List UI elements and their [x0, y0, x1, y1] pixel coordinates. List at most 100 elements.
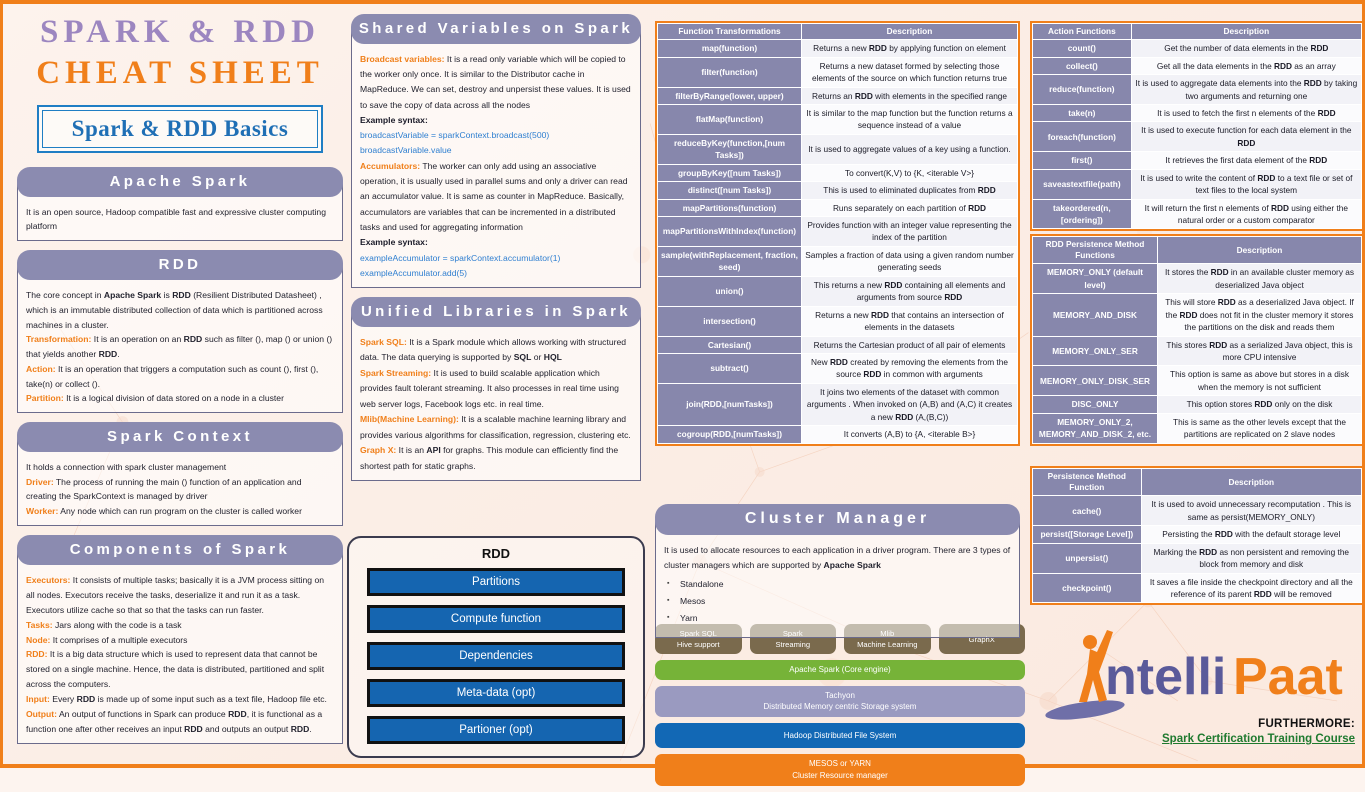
apache-spark-heading: Apache Spark	[17, 167, 343, 197]
persistence-methods-table: Persistence Method Function Description …	[1032, 467, 1363, 604]
transformation-description-cell: Runs separately on each partition of RDD	[801, 198, 1018, 218]
rdd-bar-compute-function: Compute function	[367, 605, 625, 633]
section-components-of-spark: Components of Spark Executors: It consis…	[17, 535, 343, 745]
stack-core-engine-label: Apache Spark (Core engine)	[789, 665, 891, 674]
persistence-methods-col-description: Description	[1140, 467, 1363, 497]
transformations-col-function: Function Transformations	[657, 22, 802, 41]
cluster-manager-list: Standalone Mesos Yarn	[667, 576, 1011, 627]
unified-libraries-body: Spark SQL: It is a Spark module which al…	[351, 311, 641, 482]
persistence-method-function-cell: checkpoint()	[1032, 572, 1142, 604]
table-row: mapPartitions(function) Runs separately o…	[657, 198, 1018, 218]
action-description-cell: It is used to execute function for each …	[1130, 121, 1363, 153]
stack-hdfs: Hadoop Distributed File System	[655, 722, 1025, 749]
stack-tachyon: Tachyon Distributed Memory centric Stora…	[655, 685, 1025, 717]
stack-yarn-l2: Cluster Resource manager	[792, 770, 888, 780]
rdd-bar-partioner: Partioner (opt)	[367, 716, 625, 744]
action-function-cell: collect()	[1032, 56, 1132, 76]
action-function-cell: foreach(function)	[1032, 121, 1132, 153]
stack-tachyon-l2: Distributed Memory centric Storage syste…	[763, 702, 917, 712]
table-row: cogroup(RDD,[numTasks]) It converts (A,B)…	[657, 425, 1018, 444]
furthermore-label: FURTHERMORE:	[1258, 718, 1355, 730]
transformation-function-cell: distinct([num Tasks])	[657, 181, 802, 200]
persistence-levels-col-function: RDD Persistence Method Functions	[1031, 235, 1159, 265]
transformation-function-cell: groupByKey([num Tasks])	[657, 163, 802, 183]
actions-table: Action Functions Description count() Get …	[1032, 22, 1363, 230]
action-function-cell: first()	[1032, 151, 1132, 170]
transformation-description-cell: Provides function with an integer value …	[801, 216, 1018, 247]
transformation-description-cell: Returns a new dataset formed by selectin…	[801, 56, 1018, 88]
stack-core-engine: Apache Spark (Core engine)	[655, 660, 1025, 680]
persistence-level-function-cell: DISC_ONLY	[1031, 395, 1159, 414]
section-cluster-manager: Cluster Manager It is used to allocate r…	[655, 504, 1020, 638]
table-row: foreach(function) It is used to execute f…	[1032, 121, 1363, 153]
action-function-cell: reduce(function)	[1032, 74, 1132, 105]
action-function-cell: saveastextfile(path)	[1032, 168, 1132, 200]
sc-para-1: Driver: The process of running the main …	[26, 476, 302, 502]
table-row: checkpoint() It saves a file inside the c…	[1032, 572, 1363, 604]
persistence-methods-body: cache() It is used to avoid unnecessary r…	[1032, 495, 1363, 604]
action-function-cell: count()	[1032, 39, 1132, 58]
sv-code-4: exampleAccumulator.add(5)	[360, 267, 467, 278]
persistence-level-description-cell: This option is same as above but stores …	[1157, 365, 1362, 397]
transformations-table-wrapper: Function Transformations Description map…	[655, 21, 1020, 446]
rdd-bar-dependencies: Dependencies	[367, 642, 625, 670]
logo-text-part1: ntelli	[1105, 648, 1226, 706]
actions-table-panel: Action Functions Description count() Get …	[1030, 21, 1364, 232]
rdd-bar-meta-data: Meta-data (opt)	[367, 679, 625, 707]
persistence-level-function-cell: MEMORY_ONLY (default level)	[1031, 263, 1159, 295]
rdd-body: The core concept in Apache Spark is RDD …	[17, 264, 343, 414]
sv-example-2: Example syntax:	[360, 237, 428, 248]
persistence-level-description-cell: This option stores RDD only on the disk	[1157, 395, 1362, 414]
shared-variables-body: Broadcast variables: It is a read only v…	[351, 28, 641, 289]
table-row: saveastextfile(path) It is used to write …	[1032, 168, 1363, 200]
cluster-manager-heading: Cluster Manager	[655, 504, 1020, 535]
actions-body: count() Get the number of data elements i…	[1032, 39, 1363, 230]
table-row: first() It retrieves the first data eleme…	[1032, 151, 1363, 170]
cluster-manager-item-yarn: Yarn	[667, 610, 1011, 627]
sv-code-2: broadcastVariable.value	[360, 145, 452, 156]
page-title-line2: CHEAT SHEET	[36, 55, 324, 91]
table-row: map(function) Returns a new RDD by applyi…	[657, 39, 1018, 58]
action-description-cell: It retrieves the first data element of t…	[1130, 151, 1363, 170]
transformation-description-cell: This is used to eliminated duplicates fr…	[801, 181, 1018, 200]
logo-text-part2: Paat	[1233, 648, 1343, 706]
persistence-methods-panel: Persistence Method Function Description …	[1030, 466, 1364, 606]
stack-spark-sql-l2: Hive support	[676, 640, 720, 649]
transformation-description-cell: It joins two elements of the dataset wit…	[801, 382, 1018, 427]
table-row: collect() Get all the data elements in th…	[1032, 56, 1363, 76]
ul-para-3: Graph X: It is an API for graphs. This m…	[360, 445, 619, 471]
stack-spark-streaming-l2: Streaming	[775, 640, 811, 649]
cmp-para-4: Input: Every RDD is made up of some inpu…	[26, 694, 327, 705]
table-row: flatMap(function) It is similar to the ma…	[657, 103, 1018, 135]
transformation-function-cell: cogroup(RDD,[numTasks])	[657, 425, 802, 444]
course-link[interactable]: Spark Certification Training Course	[1162, 733, 1355, 745]
table-row: reduceByKey(function,[num Tasks]) It is u…	[657, 133, 1018, 165]
transformation-description-cell: Samples a fraction of data using a given…	[801, 245, 1018, 277]
left-column: SPARK & RDD CHEAT SHEET Spark & RDD Basi…	[17, 14, 343, 753]
table-row: groupByKey([num Tasks]) To convert(K,V) t…	[657, 163, 1018, 183]
table-row: Cartesian() Returns the Cartesian product…	[657, 335, 1018, 354]
persistence-levels-header-row: RDD Persistence Method Functions Descrip…	[1031, 235, 1362, 265]
footer-branding: ntelli Paat FURTHERMORE: Spark Certifica…	[1043, 622, 1363, 768]
table-row: sample(withReplacement, fraction, seed) S…	[657, 245, 1018, 277]
section-apache-spark: Apache Spark It is an open source, Hadoo…	[17, 167, 343, 242]
ul-para-0: Spark SQL: It is a Spark module which al…	[360, 336, 627, 363]
cluster-manager-intro: It is used to allocate resources to each…	[664, 544, 1011, 570]
persistence-level-function-cell: MEMORY_ONLY_2, MEMORY_AND_DISK_2, etc.	[1031, 412, 1159, 444]
persistence-method-description-cell: Persisting the RDD with the default stor…	[1140, 525, 1363, 544]
persistence-levels-panel: RDD Persistence Method Functions Descrip…	[1030, 234, 1364, 446]
middle-column: Shared Variables on Spark Broadcast vari…	[351, 14, 641, 490]
actions-table-wrapper: Action Functions Description count() Get …	[1030, 21, 1364, 232]
action-description-cell: It is used to fetch the first n elements…	[1130, 103, 1363, 123]
transformation-function-cell: mapPartitionsWithIndex(function)	[657, 216, 802, 247]
action-description-cell: Get all the data elements in the RDD as …	[1130, 56, 1363, 76]
transformation-function-cell: sample(withReplacement, fraction, seed)	[657, 245, 802, 277]
table-row: MEMORY_ONLY_SER This stores RDD as a seri…	[1031, 335, 1362, 367]
transformation-description-cell: It is similar to the map function but th…	[801, 103, 1018, 135]
persistence-method-description-cell: Marking the RDD as non persistent and re…	[1140, 542, 1363, 574]
persistence-method-function-cell: persist([Storage Level])	[1032, 525, 1142, 544]
cmp-para-5: Output: An output of functions in Spark …	[26, 709, 323, 735]
persistence-method-description-cell: It saves a file inside the checkpoint di…	[1140, 572, 1363, 604]
table-row: filterByRange(lower, upper) Returns an RD…	[657, 86, 1018, 105]
unified-libraries-heading: Unified Libraries in Spark	[351, 297, 641, 327]
